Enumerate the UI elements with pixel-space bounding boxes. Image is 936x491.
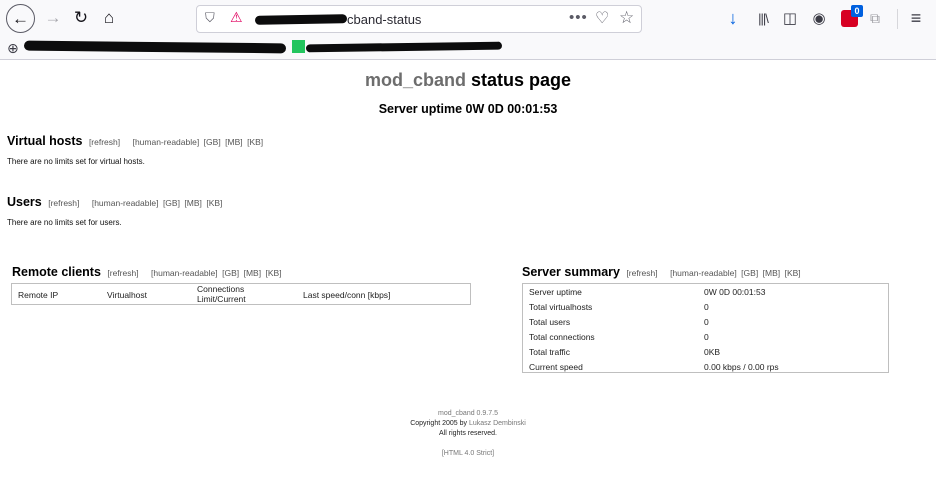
back-button[interactable]: ←: [6, 4, 35, 33]
gb-link[interactable]: [GB]: [204, 137, 221, 147]
human-readable-link[interactable]: [human-readable]: [133, 137, 200, 147]
pocket-icon[interactable]: ♡: [595, 8, 609, 28]
summary-row: Current speed 0.00 kbps / 0.00 rps: [529, 362, 884, 376]
bookmark-star-icon[interactable]: ☆: [619, 8, 634, 28]
page-content: mod_cband status page Server uptime 0W 0…: [0, 60, 936, 491]
summary-label: Total virtualhosts: [529, 302, 593, 312]
server-summary-heading: Server summary: [522, 265, 620, 279]
footer-copyright: Copyright 2005 by Lukasz Dembinski: [0, 419, 936, 429]
human-readable-link[interactable]: [human-readable]: [92, 198, 159, 208]
column-header-connections: Connections Limit/Current: [197, 284, 246, 304]
bookmark-favicon[interactable]: [292, 40, 305, 53]
users-message: There are no limits set for users.: [7, 218, 122, 227]
gb-link[interactable]: [GB]: [222, 268, 239, 278]
author-link[interactable]: Lukasz Dembinski: [469, 420, 526, 427]
remote-clients-header: Remote clients [refresh] [human-readable…: [12, 263, 282, 281]
page-title-module: mod_cband: [364, 70, 466, 90]
globe-icon[interactable]: ⊕: [7, 40, 19, 57]
back-arrow-icon: ←: [12, 8, 29, 28]
forward-button[interactable]: →: [40, 5, 66, 31]
forward-arrow-icon: →: [44, 8, 62, 27]
hamburger-menu-icon[interactable]: ≡: [905, 6, 927, 30]
mb-link[interactable]: [MB]: [244, 268, 261, 278]
redaction-mark: [23, 40, 287, 54]
footer-rights: All rights reserved.: [439, 430, 497, 437]
remote-clients-heading: Remote clients: [12, 265, 101, 279]
footer: mod_cband 0.9.7.5 Copyright 2005 by Luka…: [0, 409, 936, 459]
summary-value: 0KB: [704, 347, 721, 357]
refresh-link[interactable]: [refresh]: [626, 268, 657, 278]
summary-row: Total traffic 0KB: [529, 347, 884, 361]
page-title: mod_cband status page: [0, 70, 936, 91]
reload-icon: ↻: [73, 8, 89, 27]
summary-row: Total connections 0: [529, 332, 884, 346]
summary-value: 0: [704, 332, 709, 342]
footer-version: mod_cband 0.9.7.5: [438, 410, 498, 417]
remote-clients-table: Remote IP Virtualhost Connections Limit/…: [11, 283, 471, 305]
extension-2-icon[interactable]: ⧉: [864, 6, 886, 30]
server-summary-header: Server summary [refresh] [human-readable…: [522, 263, 801, 281]
summary-row: Total users 0: [529, 317, 884, 331]
toolbar-separator: [897, 9, 898, 29]
summary-value: 0W 0D 00:01:53: [704, 287, 766, 297]
extension-badge: 0: [851, 5, 863, 17]
home-icon: ⌂: [103, 8, 115, 27]
refresh-link[interactable]: [refresh]: [107, 268, 138, 278]
insecure-connection-icon[interactable]: ⚠: [230, 9, 243, 26]
users-heading: Users: [7, 195, 42, 209]
kb-link[interactable]: [KB]: [247, 137, 263, 147]
virtual-hosts-header: Virtual hosts [refresh] [human-readable]…: [7, 132, 263, 150]
virtual-hosts-heading: Virtual hosts: [7, 134, 83, 148]
library-icon[interactable]: |||\: [752, 6, 774, 30]
column-header-virtualhost: Virtualhost: [107, 290, 148, 300]
mb-link[interactable]: [MB]: [225, 137, 242, 147]
browser-toolbar: ← → ↻ ⌂ ⛉ ⚠ cband-status ••• ♡ ☆ ↓ |||\ …: [0, 0, 936, 38]
virtual-hosts-message: There are no limits set for virtual host…: [7, 157, 145, 166]
kb-link[interactable]: [KB]: [785, 268, 801, 278]
column-header-remote-ip: Remote IP: [18, 290, 59, 300]
summary-label: Total connections: [529, 332, 595, 342]
summary-row: Total virtualhosts 0: [529, 302, 884, 316]
human-readable-link[interactable]: [human-readable]: [151, 268, 218, 278]
column-header-last-speed: Last speed/conn [kbps]: [303, 290, 391, 300]
summary-value: 0.00 kbps / 0.00 rps: [704, 362, 779, 372]
kb-link[interactable]: [KB]: [206, 198, 222, 208]
footer-copyright-text: Copyright 2005 by: [410, 420, 469, 427]
summary-value: 0: [704, 317, 709, 327]
kb-link[interactable]: [KB]: [266, 268, 282, 278]
summary-row: Server uptime 0W 0D 00:01:53: [529, 287, 884, 301]
tracking-shield-icon[interactable]: ⛉: [205, 10, 215, 26]
home-button[interactable]: ⌂: [96, 5, 122, 31]
summary-label: Total users: [529, 317, 571, 327]
address-bar[interactable]: ⛉ ⚠ cband-status ••• ♡ ☆: [196, 5, 642, 33]
reload-button[interactable]: ↻: [68, 5, 94, 31]
redaction-mark: [305, 41, 503, 53]
mb-link[interactable]: [MB]: [763, 268, 780, 278]
summary-label: Server uptime: [529, 287, 582, 297]
refresh-link[interactable]: [refresh]: [48, 198, 79, 208]
summary-label: Total traffic: [529, 347, 570, 357]
human-readable-link[interactable]: [human-readable]: [670, 268, 737, 278]
refresh-link[interactable]: [refresh]: [89, 137, 120, 147]
server-summary-table: Server uptime 0W 0D 00:01:53 Total virtu…: [522, 283, 889, 373]
bookmarks-bar: ⊕: [0, 38, 936, 60]
html-validation-link[interactable]: [HTML 4.0 Strict]: [0, 449, 936, 459]
page-actions-icon[interactable]: •••: [569, 9, 588, 26]
redaction-mark: [254, 14, 348, 25]
mb-link[interactable]: [MB]: [184, 198, 201, 208]
gb-link[interactable]: [GB]: [163, 198, 180, 208]
gb-link[interactable]: [GB]: [741, 268, 758, 278]
users-header: Users [refresh] [human-readable] [GB] [M…: [7, 193, 222, 211]
url-text[interactable]: cband-status: [347, 12, 421, 27]
summary-value: 0: [704, 302, 709, 312]
sidebar-icon[interactable]: ◫: [779, 6, 801, 30]
server-uptime-heading: Server uptime 0W 0D 00:01:53: [378, 102, 558, 116]
downloads-icon[interactable]: ↓: [722, 6, 744, 30]
page-title-suffix: status page: [465, 70, 572, 90]
column-header-connections-line2: Limit/Current: [197, 294, 246, 304]
account-icon[interactable]: ◉: [808, 6, 830, 30]
summary-label: Current speed: [529, 362, 583, 372]
column-header-connections-line1: Connections: [197, 284, 245, 294]
